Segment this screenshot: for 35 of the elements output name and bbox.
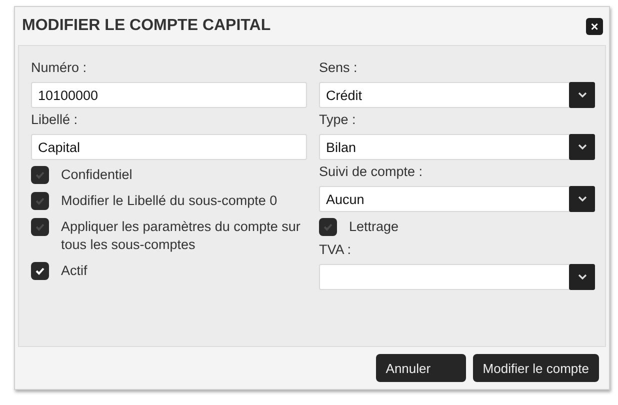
checkbox-label: Confidentiel [61, 166, 132, 184]
check-icon [323, 222, 333, 232]
chevron-down-icon [578, 196, 586, 202]
field-label: TVA : [319, 241, 352, 259]
input-field[interactable]: Capital [31, 134, 307, 160]
close-button[interactable]: × [586, 18, 603, 34]
field-label: Type : [319, 111, 357, 129]
dropdown[interactable]: Crédit [319, 82, 595, 108]
checkbox[interactable] [31, 218, 49, 236]
cancel-button[interactable]: Annuler [376, 354, 466, 382]
checkbox-label: Appliquer les paramètres du compte sur tous les sous-comptes [61, 218, 302, 254]
checkbox[interactable] [31, 262, 49, 280]
check-icon [35, 196, 45, 206]
dialog-title: MODIFIER LE COMPTE CAPITAL [22, 17, 271, 35]
dropdown[interactable]: Bilan [319, 134, 595, 160]
input-field[interactable]: 10100000 [31, 82, 307, 108]
chevron-down-icon [578, 92, 586, 98]
check-icon [35, 266, 45, 276]
checkbox[interactable] [319, 218, 337, 236]
chevron-down-icon [578, 144, 586, 150]
field-label: Numéro : [31, 59, 88, 77]
checkbox[interactable] [31, 192, 49, 210]
dropdown[interactable] [319, 264, 595, 290]
check-icon [35, 170, 45, 180]
field-label: Sens : [319, 59, 358, 77]
check-icon [35, 222, 45, 232]
field-label: Suivi de compte : [319, 163, 424, 181]
checkbox-label: Actif [61, 262, 88, 280]
checkbox-label: Modifier le Libellé du sous-compte 0 [61, 192, 278, 210]
checkbox-label: Lettrage [349, 218, 399, 236]
chevron-down-icon [578, 274, 586, 280]
checkbox[interactable] [31, 166, 49, 184]
submit-button[interactable]: Modifier le compte [472, 354, 599, 382]
dropdown[interactable]: Aucun [319, 186, 595, 212]
field-label: Libellé : [31, 111, 79, 129]
